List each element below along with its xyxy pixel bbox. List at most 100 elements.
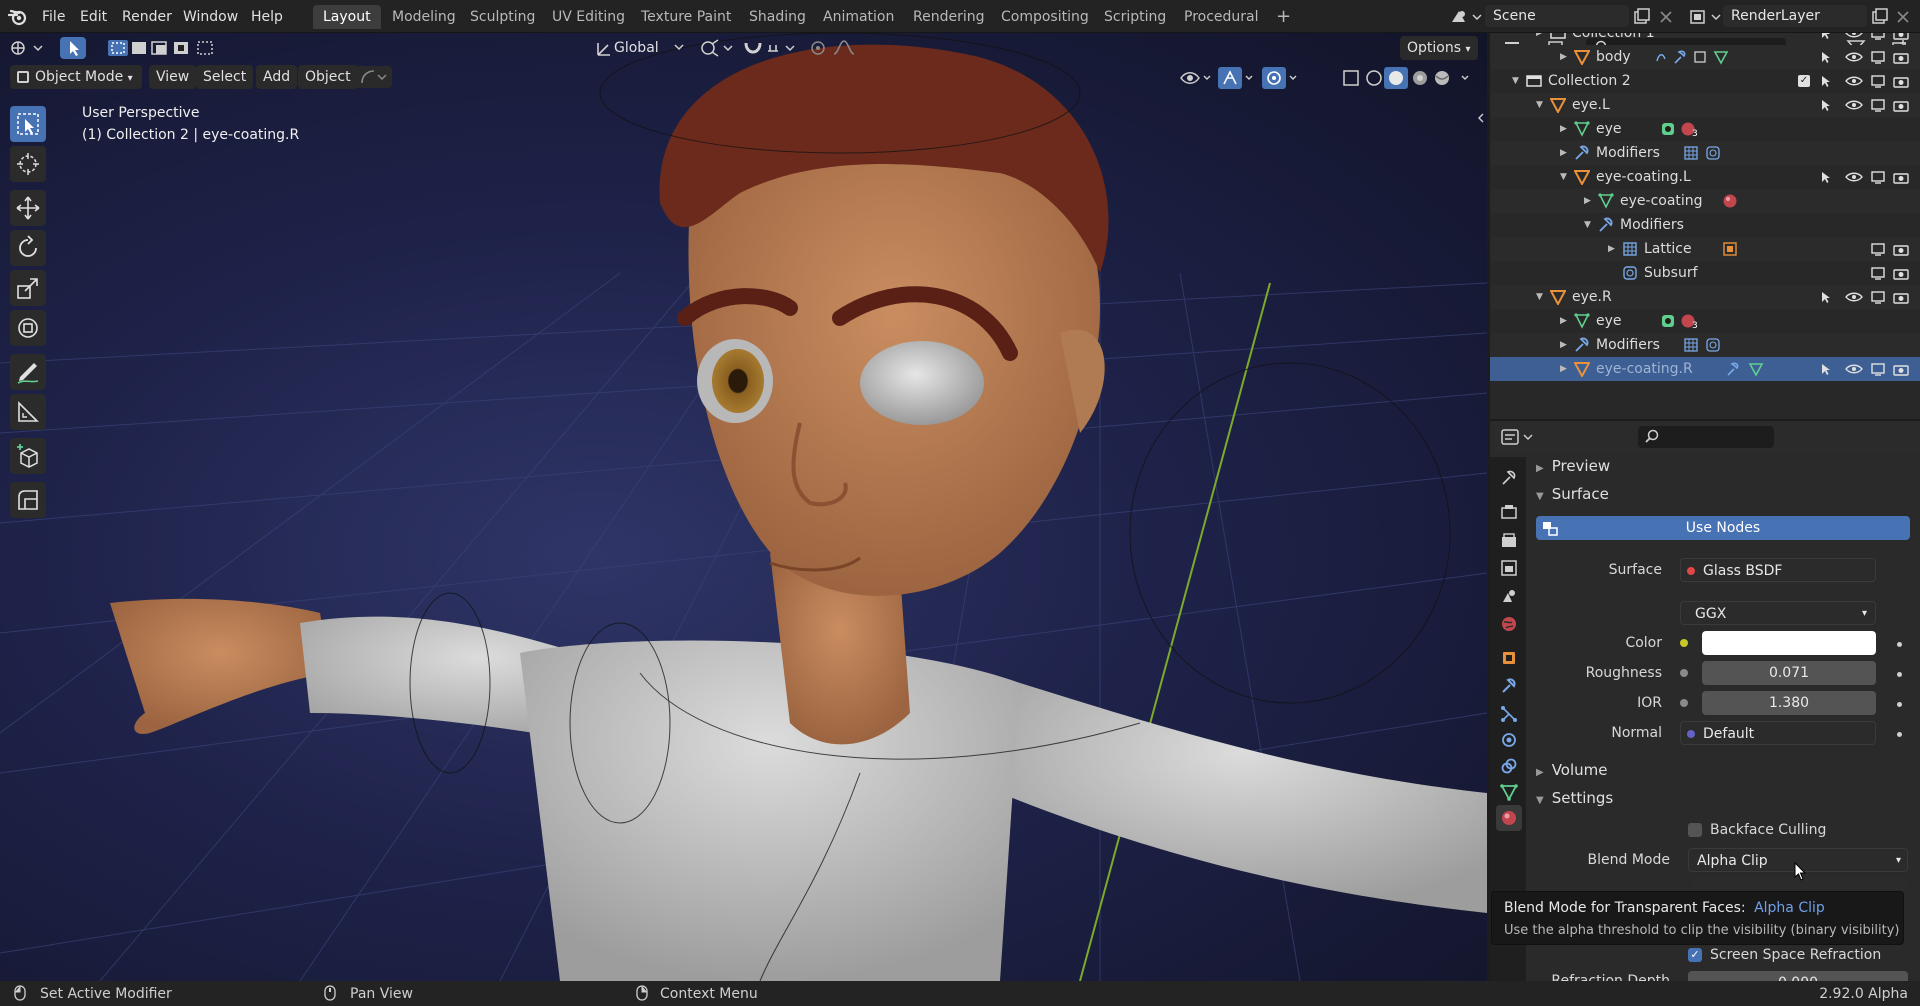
chevron-right-icon[interactable]: ▶ [1536, 33, 1543, 45]
new-view-layer-icon[interactable] [1870, 7, 1890, 27]
delete-view-layer-icon[interactable] [1893, 7, 1913, 27]
object-mode-dropdown[interactable]: Object Mode ▾ [10, 65, 142, 89]
view-layer-tab-icon[interactable] [1496, 555, 1522, 581]
chevron-right-icon[interactable]: ▶ [1608, 237, 1615, 261]
outliner-row-data-icons[interactable]: 3 [1660, 121, 1704, 139]
proportional-editing-icon[interactable] [808, 37, 868, 59]
surface-panel-header[interactable]: ▼ Surface [1536, 481, 1609, 507]
collection-exclude-checkbox[interactable]: ✓ [1798, 75, 1810, 87]
output-tab-icon[interactable] [1496, 527, 1522, 553]
outliner-row[interactable]: ▼ eye-coating.L [1490, 165, 1920, 189]
tab-texture-paint[interactable]: Texture Paint [631, 5, 741, 29]
chevron-down-icon[interactable]: ▼ [1512, 69, 1519, 93]
outliner-row-data-icons[interactable] [1683, 337, 1723, 353]
menu-file[interactable]: File [36, 6, 71, 28]
menu-window[interactable]: Window [177, 6, 244, 28]
chevron-right-icon[interactable]: ▶ [1560, 45, 1567, 69]
object-tab-icon[interactable] [1496, 645, 1522, 671]
tool-tab-icon[interactable] [1496, 465, 1522, 491]
snap-magnet-icon[interactable] [742, 37, 802, 59]
chevron-down-icon[interactable]: ▼ [1560, 165, 1567, 189]
chevron-right-icon[interactable]: ▶ [1560, 141, 1567, 165]
tab-layout[interactable]: Layout [313, 5, 381, 29]
cursor-tool[interactable] [10, 146, 46, 182]
pivot-point-icon[interactable] [696, 37, 736, 59]
tab-procedural[interactable]: Procedural [1174, 5, 1269, 29]
outliner-row[interactable]: ▶ eye 3 [1490, 309, 1920, 333]
visibility-toggles[interactable] [1820, 97, 1916, 113]
scene-name-field[interactable]: Scene [1485, 5, 1629, 27]
outliner-row-data-icons[interactable] [1726, 361, 1770, 377]
keyframe-dot-icon[interactable] [1897, 732, 1902, 737]
visibility-toggles[interactable] [1820, 169, 1916, 185]
scene-browse-icon[interactable] [1449, 7, 1483, 27]
view-layer-name-field[interactable]: RenderLayer [1723, 5, 1867, 27]
visibility-toggles[interactable] [1868, 241, 1916, 257]
outliner-row-data-icons[interactable] [1721, 241, 1741, 257]
tab-scripting[interactable]: Scripting [1094, 5, 1176, 29]
color-swatch[interactable] [1702, 631, 1876, 655]
settings-panel-header[interactable]: ▼ Settings [1536, 785, 1613, 811]
screen-space-refraction-checkbox[interactable]: ✓ [1688, 948, 1702, 962]
view-layer-browse-icon[interactable] [1688, 7, 1722, 27]
outliner-row[interactable]: ▶ Lattice [1490, 237, 1920, 261]
use-nodes-button[interactable]: Use Nodes [1536, 516, 1910, 540]
ior-field[interactable]: 1.380 [1702, 691, 1876, 715]
outliner-row[interactable]: ▶ eye-coating [1490, 189, 1920, 213]
outliner-row[interactable]: Subsurf [1490, 261, 1920, 285]
render-tab-icon[interactable] [1496, 499, 1522, 525]
editor-type-icon[interactable] [8, 37, 48, 59]
modifier-tab-icon[interactable] [1496, 673, 1522, 699]
falloff-dropdown-icon[interactable] [356, 66, 392, 88]
menu-edit[interactable]: Edit [74, 6, 113, 28]
outliner-row[interactable]: ▶ Modifiers [1490, 141, 1920, 165]
keyframe-dot-icon[interactable] [1897, 672, 1902, 677]
blender-logo-icon[interactable] [7, 7, 28, 27]
tab-modeling[interactable]: Modeling [382, 5, 466, 29]
preview-panel-header[interactable]: ▶ Preview [1536, 453, 1610, 479]
outliner-row-data-icons[interactable]: 3 [1660, 313, 1704, 331]
scene-tab-icon[interactable] [1496, 583, 1522, 609]
sidebar-toggle-icon[interactable] [1476, 111, 1486, 125]
chevron-down-icon[interactable]: ▼ [1536, 93, 1543, 117]
particles-tab-icon[interactable] [1496, 701, 1522, 727]
visibility-toggles[interactable] [1820, 289, 1916, 305]
keyframe-dot-icon[interactable] [1897, 642, 1902, 647]
outliner-row[interactable]: ▼ eye.R [1490, 285, 1920, 309]
outliner-row-data-icons[interactable] [1683, 145, 1723, 161]
transform-tool[interactable] [10, 310, 46, 346]
surface-shader-field[interactable]: Glass BSDF [1680, 558, 1876, 582]
chevron-right-icon[interactable]: ▶ [1560, 117, 1567, 141]
volume-panel-header[interactable]: ▶ Volume [1536, 757, 1608, 783]
visibility-toggles[interactable] [1820, 49, 1916, 65]
tab-shading[interactable]: Shading [739, 5, 816, 29]
select-mode-icon[interactable] [60, 37, 86, 59]
view-menu[interactable]: View [149, 65, 197, 89]
rotate-tool[interactable] [10, 230, 46, 266]
tab-animation[interactable]: Animation [813, 5, 904, 29]
selection-mode-buttons[interactable] [106, 37, 222, 59]
measure-tool[interactable] [10, 394, 46, 430]
outliner-row[interactable]: ▶ body [1490, 45, 1920, 69]
visibility-toggles[interactable] [1820, 361, 1916, 377]
viewport-shading-toolbar[interactable] [1178, 66, 1478, 90]
outliner-row[interactable]: ▶ eye 3 [1490, 117, 1920, 141]
backface-culling-checkbox[interactable] [1688, 823, 1702, 837]
distribution-dropdown[interactable]: GGX ▾ [1680, 601, 1876, 625]
sculpt-tool[interactable] [10, 482, 46, 518]
scale-tool[interactable] [10, 270, 46, 306]
menu-help[interactable]: Help [245, 6, 289, 28]
tab-compositing[interactable]: Compositing [991, 5, 1099, 29]
outliner-row[interactable]: ▼ Collection 2 ✓ [1490, 69, 1920, 93]
physics-tab-icon[interactable] [1496, 727, 1522, 753]
outliner-row[interactable]: ▶ Modifiers [1490, 333, 1920, 357]
delete-scene-icon[interactable] [1656, 7, 1676, 27]
refraction-depth-field[interactable]: 0.000 [1688, 971, 1908, 981]
chevron-right-icon[interactable]: ▶ [1560, 309, 1567, 333]
tab-sculpting[interactable]: Sculpting [460, 5, 545, 29]
visibility-toggles[interactable] [1820, 73, 1916, 89]
outliner-row-data-icons[interactable] [1720, 193, 1740, 209]
data-tab-icon[interactable] [1496, 779, 1522, 805]
add-cube-tool[interactable] [10, 438, 46, 474]
tab-uv-editing[interactable]: UV Editing [542, 5, 635, 29]
